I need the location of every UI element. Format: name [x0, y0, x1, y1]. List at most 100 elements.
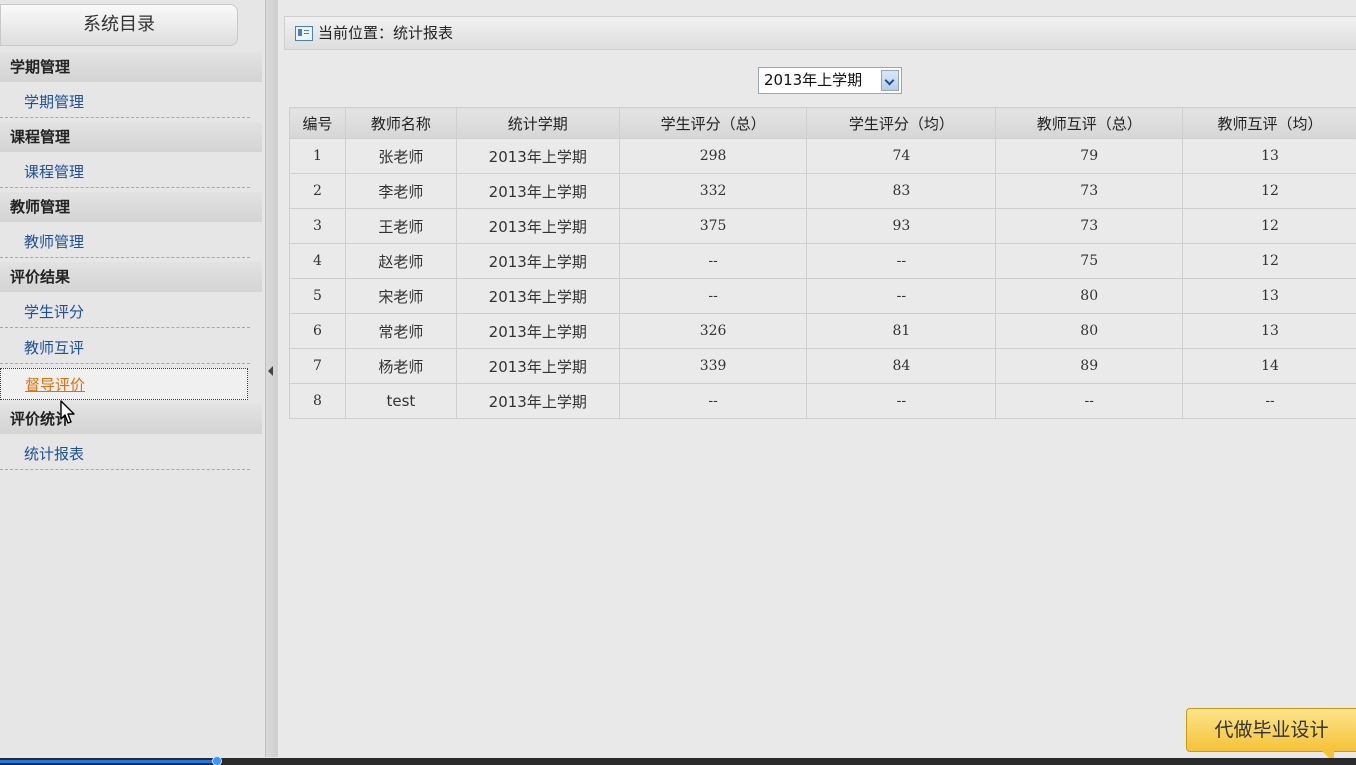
menu-item-course-management[interactable]: 课程管理: [0, 156, 250, 188]
cell-student-total: 298: [618, 138, 808, 174]
promo-banner[interactable]: 代做毕业设计: [1186, 708, 1356, 752]
cell-peer-avg: 14: [1182, 348, 1356, 384]
app-window: 系统目录 学期管理 学期管理 课程管理 课程管理 教师管理 教师管理 评价结果 …: [0, 0, 1356, 765]
cell-id: 5: [289, 278, 346, 314]
cell-peer-total: 89: [995, 348, 1184, 384]
cell-peer-total: 73: [995, 208, 1184, 244]
cell-peer-total: --: [995, 383, 1184, 419]
column-header-student-total: 学生评分（总）: [618, 107, 808, 139]
cell-id: 6: [289, 313, 346, 349]
cell-peer-avg: 12: [1182, 208, 1356, 244]
stats-table: 编号 教师名称 统计学期 学生评分（总） 学生评分（均） 教师互评（总） 教师互…: [289, 107, 1356, 419]
cell-id: 8: [289, 383, 346, 419]
cell-teacher-name: 宋老师: [344, 278, 457, 314]
cell-semester: 2013年上学期: [455, 243, 620, 279]
cell-teacher-name: test: [344, 383, 457, 419]
section-title-evaluation-results[interactable]: 评价结果: [0, 262, 262, 292]
cell-student-total: 326: [618, 313, 808, 349]
cell-teacher-name: 赵老师: [344, 243, 457, 279]
cell-id: 4: [289, 243, 346, 279]
collapse-arrow-icon[interactable]: [268, 366, 273, 376]
video-progress-handle[interactable]: [212, 756, 222, 765]
cell-teacher-name: 李老师: [344, 173, 457, 209]
table-row: 8 test 2013年上学期 -- -- -- --: [289, 383, 1356, 419]
cell-peer-total: 79: [995, 138, 1184, 174]
menu-item-stats-report[interactable]: 统计报表: [0, 438, 250, 470]
cell-id: 2: [289, 173, 346, 209]
cell-semester: 2013年上学期: [455, 348, 620, 384]
cell-id: 3: [289, 208, 346, 244]
cell-semester: 2013年上学期: [455, 208, 620, 244]
cell-semester: 2013年上学期: [455, 313, 620, 349]
breadcrumb-text: 当前位置：统计报表: [318, 24, 454, 42]
cell-student-avg: --: [806, 383, 997, 419]
cell-student-total: 332: [618, 173, 808, 209]
cell-teacher-name: 杨老师: [344, 348, 457, 384]
table-row: 6 常老师 2013年上学期 326 81 80 13: [289, 313, 1356, 349]
cell-semester: 2013年上学期: [455, 383, 620, 419]
sidebar: 系统目录 学期管理 学期管理 课程管理 课程管理 教师管理 教师管理 评价结果 …: [0, 0, 265, 757]
cell-id: 1: [289, 138, 346, 174]
sidebar-header: 系统目录: [0, 4, 238, 46]
cell-student-total: 375: [618, 208, 808, 244]
video-progress-fill: [0, 760, 217, 763]
table-row: 1 张老师 2013年上学期 298 74 79 13: [289, 138, 1356, 174]
table-row: 7 杨老师 2013年上学期 339 84 89 14: [289, 348, 1356, 384]
section-title-semester[interactable]: 学期管理: [0, 52, 262, 82]
cell-student-avg: 84: [806, 348, 997, 384]
cell-student-total: --: [618, 243, 808, 279]
menu-item-peer-review[interactable]: 教师互评: [0, 332, 250, 364]
table-row: 4 赵老师 2013年上学期 -- -- 75 12: [289, 243, 1356, 279]
column-header-student-avg: 学生评分（均）: [806, 107, 997, 139]
cell-teacher-name: 张老师: [344, 138, 457, 174]
column-header-id: 编号: [289, 107, 346, 139]
cell-semester: 2013年上学期: [455, 138, 620, 174]
cell-semester: 2013年上学期: [455, 278, 620, 314]
column-header-teacher-name: 教师名称: [344, 107, 457, 139]
cell-peer-total: 75: [995, 243, 1184, 279]
menu-item-student-scores[interactable]: 学生评分: [0, 296, 250, 328]
breadcrumb: 当前位置：统计报表: [284, 16, 1356, 50]
location-icon: [295, 26, 313, 41]
table-row: 3 王老师 2013年上学期 375 93 73 12: [289, 208, 1356, 244]
table-row: 2 李老师 2013年上学期 332 83 73 12: [289, 173, 1356, 209]
cell-peer-total: 80: [995, 278, 1184, 314]
cell-peer-total: 73: [995, 173, 1184, 209]
cell-peer-avg: 13: [1182, 278, 1356, 314]
cell-student-avg: --: [806, 243, 997, 279]
cell-student-total: --: [618, 383, 808, 419]
column-header-peer-total: 教师互评（总）: [995, 107, 1184, 139]
cell-student-avg: 93: [806, 208, 997, 244]
cell-peer-avg: 12: [1182, 173, 1356, 209]
cell-peer-avg: 12: [1182, 243, 1356, 279]
cell-peer-total: 80: [995, 313, 1184, 349]
cell-student-total: 339: [618, 348, 808, 384]
cell-student-avg: 74: [806, 138, 997, 174]
menu-item-semester-management[interactable]: 学期管理: [0, 86, 250, 118]
chevron-down-icon[interactable]: [881, 70, 899, 91]
mouse-cursor-icon: [60, 400, 75, 424]
cell-student-avg: 81: [806, 313, 997, 349]
main-content: 当前位置：统计报表 2013年上学期 编号 教师名称 统计学期 学生评分（总） …: [278, 0, 1356, 757]
section-title-course[interactable]: 课程管理: [0, 122, 262, 152]
menu-item-teacher-management[interactable]: 教师管理: [0, 226, 250, 258]
cell-student-avg: --: [806, 278, 997, 314]
sidebar-splitter[interactable]: [265, 0, 278, 757]
cell-peer-avg: --: [1182, 383, 1356, 419]
section-title-evaluation-stats[interactable]: 评价统计: [0, 404, 262, 434]
section-title-teacher[interactable]: 教师管理: [0, 192, 262, 222]
cell-peer-avg: 13: [1182, 313, 1356, 349]
cell-semester: 2013年上学期: [455, 173, 620, 209]
cell-peer-avg: 13: [1182, 138, 1356, 174]
menu-item-supervisor-review[interactable]: 督导评价: [0, 368, 248, 400]
table-row: 5 宋老师 2013年上学期 -- -- 80 13: [289, 278, 1356, 314]
cell-teacher-name: 常老师: [344, 313, 457, 349]
cell-student-total: --: [618, 278, 808, 314]
semester-select[interactable]: 2013年上学期: [758, 67, 902, 94]
column-header-semester: 统计学期: [455, 107, 620, 139]
sidebar-menu: 学期管理 学期管理 课程管理 课程管理 教师管理 教师管理 评价结果 学生评分 …: [0, 52, 262, 474]
cell-id: 7: [289, 348, 346, 384]
table-header-row: 编号 教师名称 统计学期 学生评分（总） 学生评分（均） 教师互评（总） 教师互…: [289, 107, 1356, 139]
cell-student-avg: 83: [806, 173, 997, 209]
cell-teacher-name: 王老师: [344, 208, 457, 244]
